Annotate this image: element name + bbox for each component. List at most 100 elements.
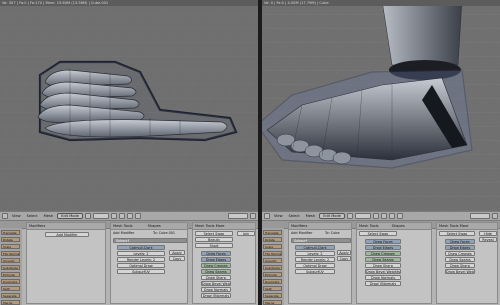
copy-button[interactable]: Copy: [337, 256, 351, 261]
render-levels-field[interactable]: Render Levels: 2: [295, 257, 335, 262]
sidebar-button[interactable]: Rotate: [1, 237, 20, 242]
subsurf-uv-toggle[interactable]: SubsurfUV: [295, 269, 335, 274]
face-select-icon[interactable]: [135, 213, 141, 219]
shapes-tab[interactable]: Shapes: [392, 224, 405, 228]
draw-creases-toggle[interactable]: Draw Creases: [365, 251, 401, 256]
draw-faces-toggle[interactable]: Draw Faces: [201, 251, 231, 256]
sidebar-button[interactable]: Subdivide: [1, 265, 20, 270]
draw-bevel-weights-toggle[interactable]: Draw Bevel Weights: [365, 269, 401, 274]
render-icon[interactable]: [492, 213, 498, 219]
draw-faces-toggle[interactable]: Draw Faces: [445, 239, 475, 244]
draw-vnormals-toggle[interactable]: Draw VNormals: [201, 293, 231, 298]
select-swap-button[interactable]: Select Swap: [195, 231, 233, 236]
draw-sharp-toggle[interactable]: Draw Sharp: [201, 275, 231, 280]
add-modifier-field[interactable]: Add Modifier: [113, 231, 153, 236]
hide-button[interactable]: Hide: [479, 231, 497, 236]
subsurf-modifier-header[interactable]: Subsurf: [113, 238, 187, 243]
vertex-select-icon[interactable]: [381, 213, 387, 219]
sidebar-button[interactable]: Separate: [1, 293, 20, 298]
sidebar-button[interactable]: Subdivide: [263, 265, 282, 270]
draw-creases-toggle[interactable]: Draw Creases: [201, 263, 231, 268]
levels-field[interactable]: Levels: 2: [295, 251, 335, 256]
draw-bevel-weights-toggle[interactable]: Draw Bevel Weights: [201, 281, 231, 286]
window-type-icon[interactable]: [2, 213, 8, 219]
sidebar-button[interactable]: Extrude: [263, 272, 282, 277]
short-toggle[interactable]: Short: [195, 243, 233, 248]
sidebar-button[interactable]: Flip Normals: [263, 251, 282, 256]
shapes-tab[interactable]: Shapes: [148, 224, 161, 228]
apply-button[interactable]: Apply: [169, 250, 185, 255]
proportional-dropdown[interactable]: [228, 213, 248, 219]
draw-edges-toggle[interactable]: Draw Edges: [445, 245, 475, 250]
sidebar-button[interactable]: Smooth: [1, 258, 20, 263]
draw-bevel-weights-toggle[interactable]: Draw Bevel Weights: [445, 269, 475, 274]
draw-type-icon[interactable]: [85, 213, 91, 219]
face-select-icon[interactable]: [397, 213, 403, 219]
mode-dropdown[interactable]: Edit Mode: [319, 213, 345, 219]
pivot-dropdown[interactable]: [355, 213, 371, 219]
draw-seams-toggle[interactable]: Draw Seams: [201, 269, 231, 274]
join-button[interactable]: Join: [237, 231, 255, 236]
copy-button[interactable]: Copy: [169, 256, 185, 261]
add-modifier-field[interactable]: Add Modifier: [291, 231, 325, 236]
manipulator-icon[interactable]: [111, 213, 117, 219]
subsurf-uv-toggle[interactable]: SubsurfUV: [117, 269, 165, 274]
optimal-draw-toggle[interactable]: Optimal Draw: [117, 263, 165, 268]
sidebar-button[interactable]: Flip Normals: [1, 251, 20, 256]
optimal-draw-toggle[interactable]: Optimal Draw: [295, 263, 335, 268]
sidebar-button[interactable]: Scale: [263, 244, 282, 249]
view-menu[interactable]: View: [272, 213, 285, 219]
draw-faces-toggle[interactable]: Draw Faces: [365, 239, 401, 244]
draw-normals-toggle[interactable]: Draw Normals: [365, 275, 401, 280]
sidebar-button[interactable]: Split: [263, 286, 282, 291]
manipulator-icon[interactable]: [373, 213, 379, 219]
window-type-icon[interactable]: [264, 213, 270, 219]
subsurf-type-dropdown[interactable]: Catmull-Clark: [295, 245, 335, 250]
select-menu[interactable]: Select: [287, 213, 302, 219]
add-modifier-button[interactable]: Add Modifier: [45, 232, 89, 237]
target-object-field[interactable]: To: Cube.001: [153, 231, 187, 236]
left-3d-viewport[interactable]: Ve: 307 | Fa:0 | Fa:170 | Mem: 15.60M (1…: [0, 0, 258, 217]
draw-vnormals-toggle[interactable]: Draw VNormals: [365, 281, 401, 286]
subsurf-modifier-header[interactable]: Subsurf: [291, 238, 351, 243]
edge-select-icon[interactable]: [389, 213, 395, 219]
draw-seams-toggle[interactable]: Draw Seams: [365, 257, 401, 262]
sidebar-button[interactable]: Separate: [263, 293, 282, 298]
sidebar-button[interactable]: Rotate: [263, 237, 282, 242]
mode-dropdown[interactable]: Edit Mode: [57, 213, 83, 219]
draw-seams-toggle[interactable]: Draw Seams: [445, 257, 475, 262]
view-menu[interactable]: View: [10, 213, 23, 219]
sidebar-button[interactable]: Split: [1, 286, 20, 291]
mesh-menu[interactable]: Mesh: [42, 213, 55, 219]
select-swap-button[interactable]: Select Swap: [359, 231, 397, 236]
draw-sharp-toggle[interactable]: Draw Sharp: [365, 263, 401, 268]
sidebar-button[interactable]: Translate: [263, 230, 282, 235]
pivot-dropdown[interactable]: [93, 213, 109, 219]
sidebar-button[interactable]: Merge: [1, 300, 20, 305]
select-swap-button[interactable]: Select Swap: [439, 231, 475, 236]
render-icon[interactable]: [250, 213, 256, 219]
levels-field[interactable]: Levels: 2: [117, 251, 165, 256]
sidebar-button[interactable]: Duplicate: [1, 279, 20, 284]
sidebar-button[interactable]: Smooth: [263, 258, 282, 263]
sidebar-button[interactable]: Duplicate: [263, 279, 282, 284]
render-levels-field[interactable]: Render Levels: 2: [117, 257, 165, 262]
draw-sharp-toggle[interactable]: Draw Sharp: [445, 263, 475, 268]
sidebar-button[interactable]: Merge: [263, 300, 282, 305]
sidebar-button[interactable]: Scale: [1, 244, 20, 249]
sidebar-button[interactable]: Translate: [1, 230, 20, 235]
beauty-toggle[interactable]: Beauty: [195, 237, 233, 242]
sidebar-button[interactable]: Extrude: [1, 272, 20, 277]
select-menu[interactable]: Select: [25, 213, 40, 219]
draw-edges-toggle[interactable]: Draw Edges: [365, 245, 401, 250]
vertex-select-icon[interactable]: [119, 213, 125, 219]
reveal-button[interactable]: Reveal: [479, 237, 497, 242]
proportional-dropdown[interactable]: [470, 213, 490, 219]
draw-type-icon[interactable]: [347, 213, 353, 219]
target-object-field[interactable]: To: Cube: [325, 231, 351, 236]
apply-button[interactable]: Apply: [337, 250, 351, 255]
draw-edges-toggle[interactable]: Draw Edges: [201, 257, 231, 262]
subsurf-type-dropdown[interactable]: Catmull-Clark: [117, 245, 165, 250]
right-3d-viewport[interactable]: Ve: 0 | Fa:0 | 4.00M (17.79M) | Cube: [262, 0, 500, 217]
draw-creases-toggle[interactable]: Draw Creases: [445, 251, 475, 256]
